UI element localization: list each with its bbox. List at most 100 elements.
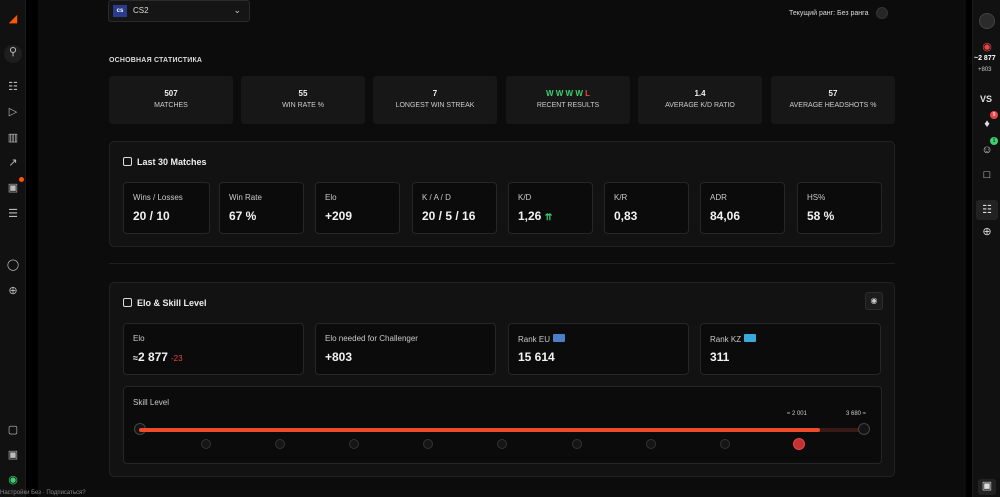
card-value: 1,26 ⇈ (518, 209, 552, 223)
last-30-matches-panel: Last 30 Matches Wins / Losses 20 / 10 Win… (109, 141, 895, 247)
card-value: +803 (325, 350, 353, 364)
card-wins-losses: Wins / Losses 20 / 10 (123, 182, 210, 234)
level-5-icon (497, 439, 507, 449)
rankings-icon[interactable]: ▥ (6, 131, 20, 145)
card-label: K/D (518, 193, 532, 202)
notification-count: 9 (990, 111, 998, 119)
card-label: Rank EU (518, 334, 566, 344)
card-label: Win Rate (229, 193, 262, 202)
marker-current-value: 2 001 (791, 411, 807, 417)
chat-icon[interactable]: □ (980, 168, 994, 182)
premium-icon[interactable]: ◉ (6, 473, 20, 487)
find-players-icon[interactable]: ☷ (6, 80, 20, 94)
friends-count: 1 (990, 137, 998, 145)
scan-icon[interactable]: ▢ (6, 423, 20, 437)
stat-value: 1.4 (694, 89, 706, 98)
rank-icon (876, 7, 888, 19)
list-icon[interactable]: ☰ (6, 207, 20, 221)
watch-live-dot (19, 177, 24, 182)
marker-max-value: 3 680 (846, 411, 862, 417)
card-rank-eu: Rank EU 15 614 (508, 323, 689, 375)
card-label: Elo (325, 193, 337, 202)
stat-label: WIN RATE % (282, 102, 324, 109)
stat-label: AVERAGE HEADSHOTS % (789, 102, 877, 109)
main-stats-title: ОСНОВНАЯ СТАТИСТИКА (109, 57, 203, 64)
card-label: Elo (133, 334, 145, 343)
shop-icon[interactable]: ▣ (6, 448, 20, 462)
level-6-icon (572, 439, 582, 449)
skill-marker-current: ≈ 2 001 (787, 411, 807, 417)
elo-change: -23 (170, 354, 183, 363)
rank-eu-label: Rank EU (518, 335, 551, 344)
play-icon[interactable]: ▷ (6, 105, 20, 119)
toggle-visibility-button[interactable]: ◉ (865, 292, 883, 310)
level-10-current-icon (793, 438, 805, 450)
rank-kz-label: Rank KZ (710, 335, 742, 344)
watch-icon[interactable]: ▣ (6, 181, 20, 195)
level-3-icon (349, 439, 359, 449)
right-delta: +803 (978, 67, 992, 73)
stat-win-rate: 55 WIN RATE % (241, 76, 365, 124)
faceit-logo-icon[interactable]: ◢ (6, 12, 20, 26)
card-label: K / A / D (422, 193, 451, 202)
game-selector[interactable]: cs CS2 ⌄ (108, 0, 250, 22)
result-win: W (555, 89, 564, 98)
bell-icon[interactable]: ♦ (980, 117, 994, 131)
clubs-icon[interactable]: ◯ (6, 258, 20, 272)
main-content: cs CS2 ⌄ Текущий ранг: Без ранга ОСНОВНА… (38, 0, 966, 497)
level-4-icon (423, 439, 433, 449)
stat-value: 55 (298, 89, 308, 98)
skill-progress-track (139, 428, 863, 432)
avatar[interactable] (979, 13, 995, 29)
track-end-icon (858, 423, 870, 435)
search-icon[interactable]: ⚲ (4, 45, 22, 63)
stat-longest-streak: 7 LONGEST WIN STREAK (373, 76, 497, 124)
party-icon[interactable]: ☷ (976, 200, 998, 220)
skill-marker-max: 3 680 ≈ (846, 411, 866, 417)
stat-label: MATCHES (154, 102, 188, 109)
current-rank: Текущий ранг: Без ранга (789, 10, 869, 17)
card-elo-challenger: Elo needed for Challenger +803 (315, 323, 496, 375)
card-label: Elo needed for Challenger (325, 334, 418, 343)
panel-title: Last 30 Matches (123, 157, 207, 167)
card-label: Wins / Losses (133, 193, 183, 202)
stat-avg-kd: 1.4 AVERAGE K/D RATIO (638, 76, 762, 124)
stats-icon[interactable]: ↗ (6, 156, 20, 170)
stat-value: 7 (432, 89, 438, 98)
chevron-down-icon: ⌄ (233, 5, 241, 15)
kz-flag-icon (744, 334, 757, 342)
card-hs: HS% 58 % (797, 182, 882, 234)
stat-label: AVERAGE K/D RATIO (665, 102, 735, 109)
divider (109, 263, 895, 264)
eye-icon: ◉ (870, 296, 878, 305)
panel-title-text: Last 30 Matches (137, 157, 207, 167)
card-kad: K / A / D 20 / 5 / 16 (412, 182, 497, 234)
add-icon[interactable]: ⊕ (6, 284, 20, 298)
add-friend-icon[interactable]: ⊕ (980, 225, 994, 239)
friends-icon[interactable]: ☺ (980, 143, 994, 157)
skill-progress-fill (139, 428, 820, 432)
card-value: 20 / 10 (133, 209, 170, 223)
card-kd: K/D 1,26 ⇈ (508, 182, 593, 234)
stat-label: RECENT RESULTS (536, 102, 600, 109)
card-label: HS% (807, 193, 826, 202)
skill-level-card: Skill Level ≈ 2 001 3 680 ≈ (123, 386, 882, 464)
cs2-logo-icon: cs (113, 5, 127, 17)
result-win: W (545, 89, 554, 98)
mask-icon[interactable]: ▣ (978, 479, 996, 495)
card-value: 67 % (229, 209, 257, 223)
card-elo-current: Elo ≈2 877 -23 (123, 323, 304, 375)
stat-label: LONGEST WIN STREAK (395, 102, 475, 109)
stat-value: 57 (828, 89, 838, 98)
card-value: 0,83 (614, 209, 638, 223)
vs-label[interactable]: VS (980, 94, 992, 104)
level-2-icon (275, 439, 285, 449)
stat-recent-results: W W W W L RECENT RESULTS (506, 76, 630, 124)
card-value: 311 (710, 350, 730, 364)
stat-matches: 507 MATCHES (109, 76, 233, 124)
skill-level-label: Skill Level (133, 398, 170, 407)
card-win-rate: Win Rate 67 % (219, 182, 304, 234)
result-win: W (575, 89, 583, 98)
panel-title: Elo & Skill Level (123, 298, 207, 308)
card-label: K/R (614, 193, 628, 202)
